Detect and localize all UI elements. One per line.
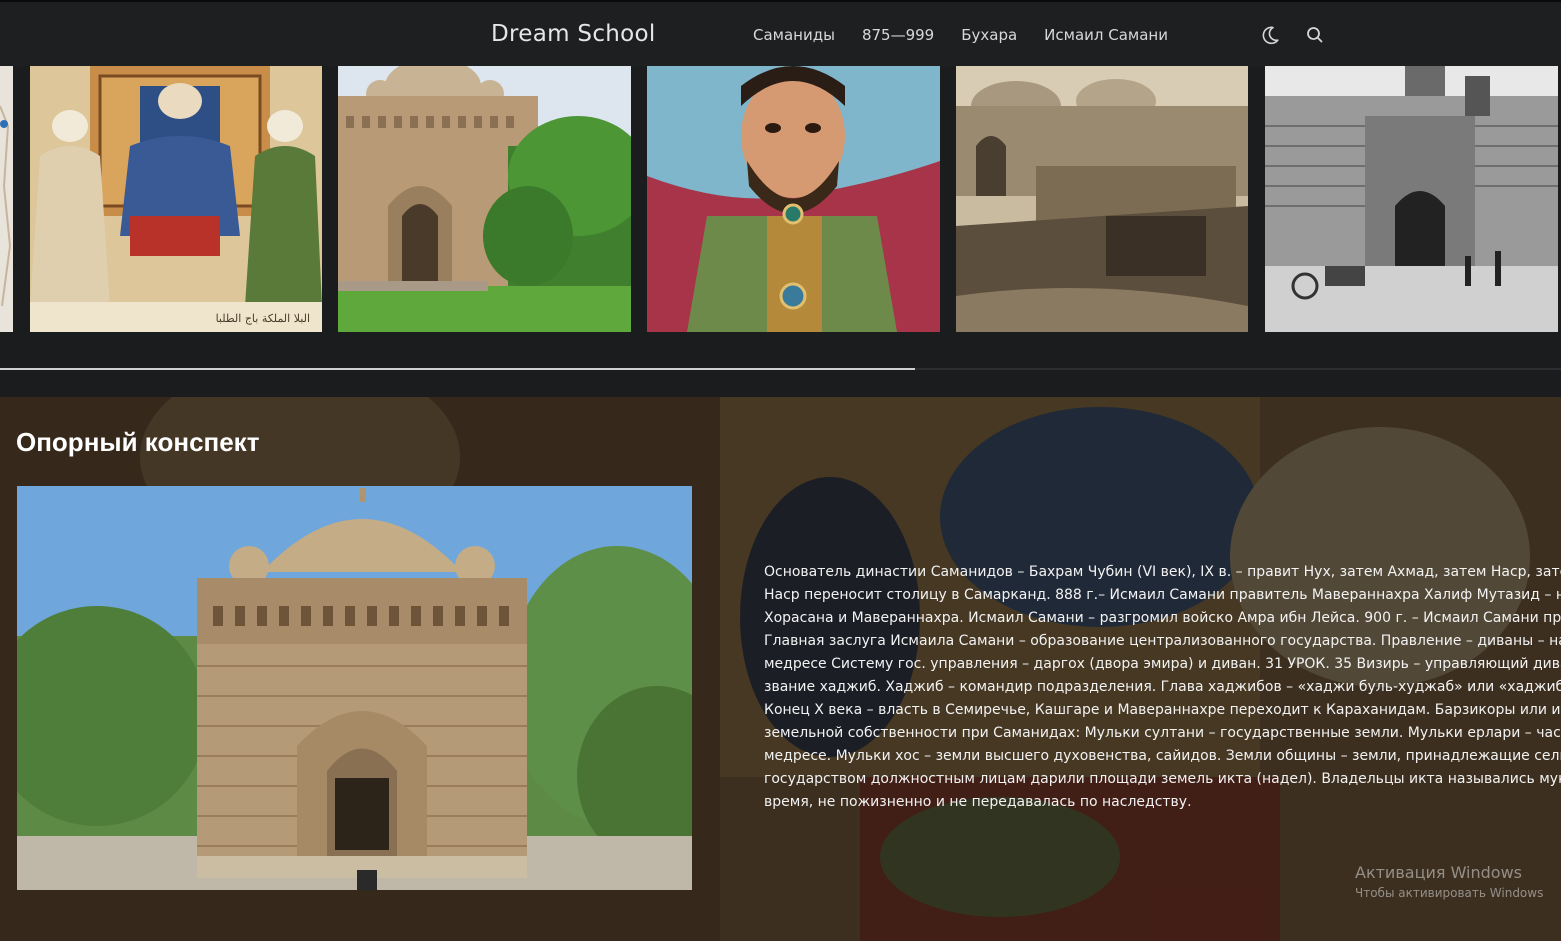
summary-line: Конец X века – власть в Семиречье, Кашга… (764, 702, 1561, 718)
summary-line: Основатель династии Саманидов – Бахрам Ч… (764, 564, 1561, 580)
site-header: Dream School Саманиды 875—999 Бухара Исм… (0, 0, 1561, 66)
summary-text-block: Основатель династии Саманидов – Бахрам Ч… (764, 561, 1561, 821)
page: Dream School Саманиды 875—999 Бухара Исм… (0, 0, 1561, 941)
gallery-item-map[interactable] (0, 66, 13, 332)
watermark-subtitle: Чтобы активировать Windows (1355, 886, 1544, 900)
summary-line: земельной собственности при Саманидах: М… (764, 725, 1561, 741)
summary-section: Опорный конспект Основатель династии Сам… (0, 397, 1561, 941)
main-nav: Саманиды 875—999 Бухара Исмаил Самани (753, 26, 1195, 44)
nav-link-ismail-samani[interactable]: Исмаил Самани (1044, 26, 1168, 44)
image-gallery: ﺍﻟﺒﻼ ﺍﻟﻤﻠﻜﺔ ﺑﺎﺝ ﺍﻟﻄﻠﺒﺎ (0, 66, 1561, 370)
summary-line: Наср переносит столицу в Самарканд. 888 … (764, 587, 1561, 603)
nav-link-bukhara[interactable]: Бухара (961, 26, 1017, 44)
watermark-title: Активация Windows (1355, 863, 1522, 882)
summary-line: Хорасана и Мавераннахра. Исмаил Самани –… (764, 610, 1561, 626)
summary-line: медресе. Мульки хос – земли высшего духо… (764, 748, 1561, 764)
svg-text:ﺍﻟﺒﻼ ﺍﻟﻤﻠﻜﺔ ﺑﺎﺝ ﺍﻟﻄﻠﺒﺎ: ﺍﻟﺒﻼ ﺍﻟﻤﻠﻜﺔ ﺑﺎﺝ ﺍﻟﻄﻠﺒﺎ (216, 312, 310, 325)
gallery-progress-track (0, 368, 1561, 370)
summary-line: государством должностным лицам дарили пл… (764, 771, 1561, 787)
gallery-progress-fill (0, 368, 915, 370)
windows-activation-watermark: Активация Windows Чтобы активировать Win… (1355, 863, 1543, 900)
gallery-item-bukhara-gate-engraving[interactable] (1265, 66, 1558, 332)
search-icon[interactable] (1304, 24, 1326, 46)
gallery-item-ismail-samani-portrait[interactable] (647, 66, 940, 332)
gallery-item-miniature-painting[interactable]: ﺍﻟﺒﻼ ﺍﻟﻤﻠﻜﺔ ﺑﺎﺝ ﺍﻟﻄﻠﺒﺎ (30, 66, 322, 332)
summary-line: медресе Систему гос. управления – даргох… (764, 656, 1561, 672)
mausoleum-main-photo (17, 486, 692, 890)
nav-link-years[interactable]: 875—999 (862, 26, 934, 44)
summary-line: время, не пожизненно и не передавалась п… (764, 794, 1192, 810)
gallery-item-old-bukhara-photo[interactable] (956, 66, 1248, 332)
summary-line: звание хаджиб. Хаджиб – командир подразд… (764, 679, 1561, 695)
nav-link-samanids[interactable]: Саманиды (753, 26, 835, 44)
summary-line: Главная заслуга Исмаила Самани – образов… (764, 633, 1561, 649)
section-title: Опорный конспект (16, 427, 260, 457)
gallery-item-mausoleum-photo[interactable] (338, 66, 631, 332)
moon-icon[interactable] (1259, 24, 1281, 46)
brand-logo[interactable]: Dream School (491, 21, 656, 47)
